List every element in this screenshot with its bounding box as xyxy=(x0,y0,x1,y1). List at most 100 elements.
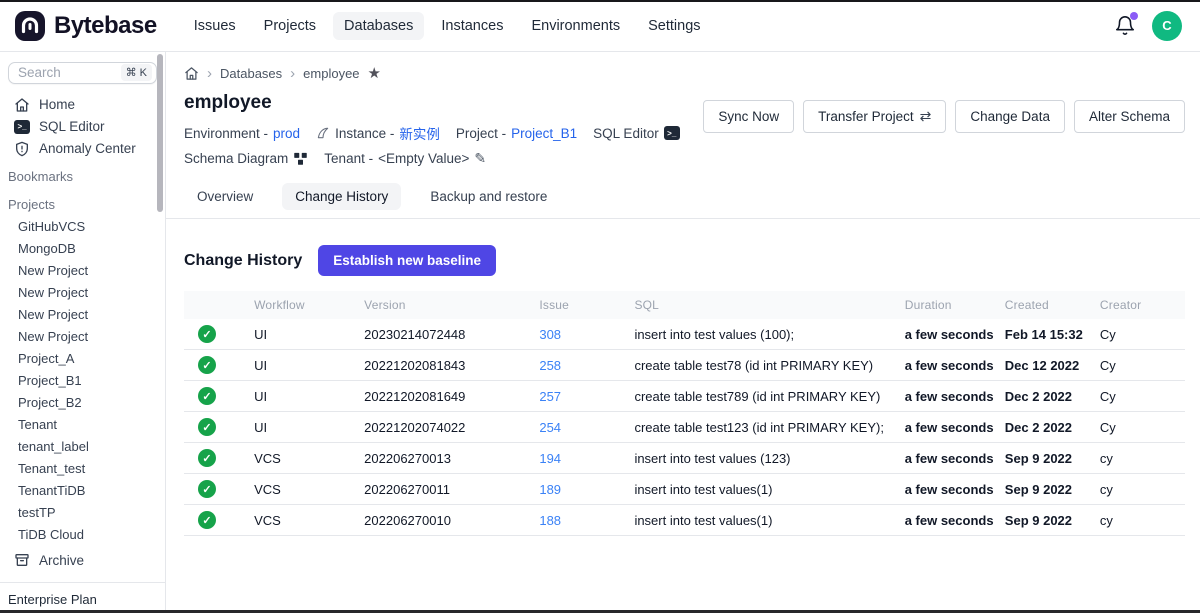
sidebar-project-item[interactable]: TiDB Cloud xyxy=(0,524,165,546)
cell-duration: a few seconds xyxy=(905,319,1005,350)
table-row[interactable]: ✓ UI 20221202081843 258 create table tes… xyxy=(184,350,1185,381)
cell-sql: create table test789 (id int PRIMARY KEY… xyxy=(634,381,904,412)
cell-sql: create table test123 (id int PRIMARY KEY… xyxy=(634,412,904,443)
project-link[interactable]: Project_B1 xyxy=(511,126,577,141)
cell-version: 202206270011 xyxy=(364,474,539,505)
col-created: Created xyxy=(1005,291,1100,319)
action-button[interactable]: Sync Now xyxy=(703,100,794,133)
cell-created: Dec 2 2022 xyxy=(1005,381,1100,412)
cell-status: ✓ xyxy=(184,319,254,350)
issue-link[interactable]: 194 xyxy=(539,451,561,466)
nav-link[interactable]: Settings xyxy=(637,12,711,40)
edit-pencil-icon[interactable]: ✎ xyxy=(474,150,486,167)
cell-duration: a few seconds xyxy=(905,350,1005,381)
success-check-icon: ✓ xyxy=(198,480,216,498)
meta-tenant: Tenant - <Empty Value> ✎ xyxy=(324,150,486,167)
change-history-table: Workflow Version Issue SQL Duration Crea… xyxy=(184,291,1185,536)
sidebar-item-label: Anomaly Center xyxy=(39,141,136,156)
sidebar-project-item[interactable]: Project_B1 xyxy=(0,370,165,392)
success-check-icon: ✓ xyxy=(198,449,216,467)
meta-project: Project - Project_B1 xyxy=(456,126,577,141)
cell-workflow: UI xyxy=(254,412,364,443)
sql-editor-link[interactable]: SQL Editor >_ xyxy=(593,126,680,141)
sidebar-project-item[interactable]: MongoDB xyxy=(0,238,165,260)
sidebar-project-item[interactable]: Tenant xyxy=(0,414,165,436)
table-row[interactable]: ✓ VCS 202206270010 188 insert into test … xyxy=(184,505,1185,536)
sidebar-item-home[interactable]: Home xyxy=(0,94,165,116)
table-row[interactable]: ✓ VCS 202206270013 194 insert into test … xyxy=(184,443,1185,474)
issue-link[interactable]: 189 xyxy=(539,482,561,497)
schema-diagram-icon xyxy=(293,151,308,166)
environment-link[interactable]: prod xyxy=(273,126,300,141)
cell-workflow: UI xyxy=(254,350,364,381)
cell-version: 20221202081843 xyxy=(364,350,539,381)
establish-baseline-button[interactable]: Establish new baseline xyxy=(318,245,496,276)
bytebase-logo[interactable]: Bytebase xyxy=(14,10,157,42)
sidebar-item-sql-editor[interactable]: >_ SQL Editor xyxy=(0,116,165,138)
cell-status: ✓ xyxy=(184,505,254,536)
instance-link[interactable]: 新实例 xyxy=(399,123,440,143)
sidebar-project-item[interactable]: Project_B2 xyxy=(0,392,165,414)
database-header: employee Environment - prod xyxy=(166,82,1200,167)
schema-diagram-link[interactable]: Schema Diagram xyxy=(184,151,308,166)
nav-link[interactable]: Environments xyxy=(520,12,631,40)
tab[interactable]: Overview xyxy=(184,183,266,210)
nav-link[interactable]: Databases xyxy=(333,12,424,40)
table-row[interactable]: ✓ VCS 202206270011 189 insert into test … xyxy=(184,474,1185,505)
screen-edge-top xyxy=(0,0,1200,2)
sidebar-project-item[interactable]: Tenant_test xyxy=(0,458,165,480)
sidebar-project-item[interactable]: Project_A xyxy=(0,348,165,370)
tab[interactable]: Change History xyxy=(282,183,401,210)
action-button[interactable]: Alter Schema xyxy=(1074,100,1185,133)
cell-creator: cy xyxy=(1100,474,1185,505)
success-check-icon: ✓ xyxy=(198,418,216,436)
sidebar-project-item[interactable]: TenantTiDB xyxy=(0,480,165,502)
nav-link[interactable]: Instances xyxy=(430,12,514,40)
user-avatar[interactable]: C xyxy=(1152,11,1182,41)
brand-name: Bytebase xyxy=(54,12,157,40)
issue-link[interactable]: 254 xyxy=(539,420,561,435)
cell-status: ✓ xyxy=(184,381,254,412)
tab[interactable]: Backup and restore xyxy=(417,183,560,210)
cell-issue: 254 xyxy=(539,412,634,443)
sidebar-project-item[interactable]: New Project xyxy=(0,326,165,348)
search-input[interactable]: Search ⌘ K xyxy=(8,62,157,84)
cell-sql: insert into test values (123) xyxy=(634,443,904,474)
home-icon xyxy=(14,97,30,113)
nav-link[interactable]: Projects xyxy=(253,12,327,40)
issue-link[interactable]: 257 xyxy=(539,389,561,404)
sidebar-project-item[interactable]: testTP xyxy=(0,502,165,524)
navbar-right: C xyxy=(1114,11,1182,41)
sidebar-project-item[interactable]: New Project xyxy=(0,260,165,282)
breadcrumb-home-icon[interactable] xyxy=(184,66,199,81)
schema-diagram-label: Schema Diagram xyxy=(184,151,288,166)
action-button[interactable]: Change Data xyxy=(955,100,1065,133)
sidebar-project-item[interactable]: New Project xyxy=(0,282,165,304)
cell-created: Sep 9 2022 xyxy=(1005,443,1100,474)
cell-creator: cy xyxy=(1100,443,1185,474)
nav-link[interactable]: Issues xyxy=(183,12,247,40)
bookmark-star-icon[interactable]: ★ xyxy=(368,64,381,82)
instance-label: Instance - xyxy=(335,126,394,141)
main-nav: Issues Projects Databases Instances Envi… xyxy=(183,12,712,40)
table-row[interactable]: ✓ UI 20221202081649 257 create table tes… xyxy=(184,381,1185,412)
col-issue: Issue xyxy=(539,291,634,319)
meta-environment: Environment - prod xyxy=(184,126,300,141)
sidebar-project-item[interactable]: GitHubVCS xyxy=(0,216,165,238)
cell-created: Sep 9 2022 xyxy=(1005,474,1100,505)
issue-link[interactable]: 188 xyxy=(539,513,561,528)
cell-status: ✓ xyxy=(184,474,254,505)
notification-bell-button[interactable] xyxy=(1114,15,1136,37)
sidebar-project-item[interactable]: New Project xyxy=(0,304,165,326)
action-button[interactable]: Transfer Project ⇄ xyxy=(803,100,946,133)
sidebar-scrollbar[interactable] xyxy=(157,54,163,212)
table-row[interactable]: ✓ UI 20221202074022 254 create table tes… xyxy=(184,412,1185,443)
sidebar-project-item[interactable]: tenant_label xyxy=(0,436,165,458)
issue-link[interactable]: 258 xyxy=(539,358,561,373)
sql-editor-label: SQL Editor xyxy=(593,126,659,141)
breadcrumb-databases[interactable]: Databases xyxy=(220,66,282,81)
sidebar-item-anomaly-center[interactable]: Anomaly Center xyxy=(0,138,165,160)
table-row[interactable]: ✓ UI 20230214072448 308 insert into test… xyxy=(184,319,1185,350)
issue-link[interactable]: 308 xyxy=(539,327,561,342)
sidebar-item-archive[interactable]: Archive xyxy=(0,546,165,574)
